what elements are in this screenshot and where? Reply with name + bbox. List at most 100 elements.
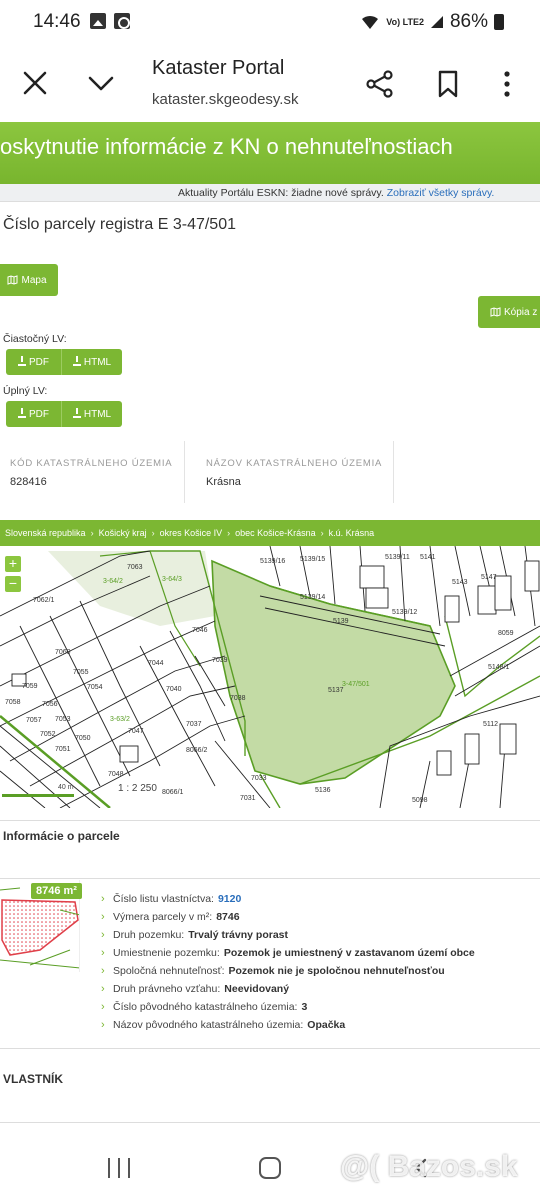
zoom-in-button[interactable]: + — [5, 556, 21, 572]
property-value[interactable]: 9120 — [218, 893, 241, 905]
bookmark-icon[interactable] — [437, 70, 459, 98]
map-label: 5148/1 — [488, 664, 510, 671]
chevron-right-icon: › — [227, 528, 231, 538]
map-label: 3-64/2 — [103, 578, 123, 585]
map-label: 7058 — [5, 699, 21, 706]
breadcrumb-region[interactable]: Košický kraj — [99, 528, 147, 538]
battery-percent: 86% — [449, 11, 488, 32]
map-label: 5139/15 — [300, 556, 325, 563]
property-label: Názov pôvodného katastrálneho územia: — [113, 1019, 304, 1031]
divider — [0, 820, 540, 821]
map-label: 3-47/501 — [342, 681, 370, 688]
property-label: Výmera parcely v m²: — [113, 911, 213, 923]
map-label: 7038 — [230, 695, 246, 702]
map-label: 3-64/3 — [162, 576, 182, 583]
partial-lv-pdf-button[interactable]: PDF — [6, 349, 61, 375]
map-label: 7054 — [87, 684, 103, 691]
copy-button-label: Kópia z — [504, 306, 538, 318]
breadcrumb-country[interactable]: Slovenská republika — [5, 528, 86, 538]
map-label: 5137 — [328, 687, 344, 694]
property-row: › Číslo pôvodného katastrálneho územia: … — [101, 998, 475, 1016]
property-value: Pozemok je umiestnený v zastavanom území… — [223, 947, 475, 959]
gallery-notification-icon — [90, 13, 106, 29]
map-canvas[interactable]: 7063 3-64/2 3-64/3 7062/1 7046 5139/16 5… — [0, 546, 540, 808]
full-lv-html-button[interactable]: HTML — [61, 401, 122, 427]
breadcrumb-municipality[interactable]: obec Košice-Krásna — [235, 528, 316, 538]
property-label: Číslo listu vlastníctva: — [113, 893, 214, 905]
partial-lv-html-button[interactable]: HTML — [61, 349, 122, 375]
news-link[interactable]: Zobraziť všetky správy. — [387, 187, 495, 199]
map-breadcrumb: Slovenská republika › Košický kraj › okr… — [0, 520, 540, 546]
full-lv-pdf-button[interactable]: PDF — [6, 401, 61, 427]
cadastre-info: KÓD KATASTRÁLNEHO ÚZEMIA 828416 NÁZOV KA… — [0, 441, 540, 503]
zoom-out-button[interactable]: − — [5, 576, 21, 592]
page-title: Kataster Portal — [152, 57, 285, 79]
property-row: › Druh pozemku: Trvalý trávny porast — [101, 926, 475, 944]
download-icon — [72, 356, 81, 366]
more-options-icon[interactable] — [500, 70, 514, 98]
cadastre-code-label: KÓD KATASTRÁLNEHO ÚZEMIA — [10, 458, 173, 469]
divider — [0, 1048, 540, 1049]
map-label: 5139/16 — [260, 558, 285, 565]
map-label: 7055 — [73, 669, 89, 676]
map-label: 5143 — [452, 579, 468, 586]
map-label: 8059 — [498, 630, 514, 637]
map-icon — [7, 275, 18, 285]
map-label: 3-63/2 — [110, 716, 130, 723]
parcel-properties: › Číslo listu vlastníctva: 9120 › Výmera… — [101, 890, 475, 1034]
map-label: 7050 — [75, 735, 91, 742]
portal-header-title: oskytnutie informácie z KN o nehnuteľnos… — [0, 134, 453, 159]
pdf-label: PDF — [29, 356, 49, 368]
copy-button[interactable]: Kópia z — [478, 296, 540, 328]
cadastre-name-label: NÁZOV KATASTRÁLNEHO ÚZEMIA — [206, 458, 383, 469]
property-row: › Výmera parcely v m²: 8746 — [101, 908, 475, 926]
chevron-right-icon: › — [151, 528, 155, 538]
page-url[interactable]: kataster.skgeodesy.sk — [152, 91, 298, 108]
map-label: 7060 — [55, 649, 71, 656]
map-button[interactable]: Mapa — [0, 264, 58, 296]
recents-button[interactable] — [108, 1158, 130, 1178]
html-label: HTML — [83, 356, 112, 368]
property-value: Opačka — [307, 1019, 346, 1031]
map-label: 5139/11 — [385, 554, 410, 561]
watermark: @( Bazos.sk — [340, 1150, 518, 1183]
map-label: 5098 — [412, 797, 428, 804]
breadcrumb-district[interactable]: okres Košice IV — [160, 528, 223, 538]
download-icon — [18, 408, 26, 418]
pdf-label: PDF — [29, 408, 49, 420]
news-text-wrapper: Aktuality Portálu ESKN: žiadne nové sprá… — [178, 187, 494, 199]
chevron-down-icon[interactable] — [87, 72, 115, 94]
battery-icon — [494, 14, 504, 30]
map-label: 7057 — [26, 717, 42, 724]
share-icon[interactable] — [366, 70, 394, 98]
browser-toolbar: Kataster Portal kataster.skgeodesy.sk — [0, 44, 540, 122]
cadastre-name-value: Krásna — [206, 476, 241, 488]
map-label: 7048 — [108, 771, 124, 778]
map-label: 7037 — [186, 721, 202, 728]
close-icon[interactable] — [22, 70, 48, 96]
map-label: 7044 — [148, 660, 164, 667]
map-scale-bar — [2, 794, 74, 797]
map-icon — [490, 307, 501, 317]
map-label: 5139/12 — [392, 609, 417, 616]
property-row: › Druh právneho vzťahu: Neevidovaný — [101, 980, 475, 998]
breadcrumb-cadastral-area[interactable]: k.ú. Krásna — [329, 528, 375, 538]
status-right: Vo) LTE2 86% — [360, 11, 504, 33]
cadastral-map[interactable]: 7063 3-64/2 3-64/3 7062/1 7046 5139/16 5… — [0, 546, 540, 808]
chevron-right-icon: › — [101, 929, 105, 941]
portal-header: oskytnutie informácie z KN o nehnuteľnos… — [0, 122, 540, 184]
area-badge: 8746 m² — [31, 883, 82, 899]
map-label: 7051 — [55, 746, 71, 753]
map-label: 7062/1 — [33, 597, 55, 604]
property-row: › Číslo listu vlastníctva: 9120 — [101, 890, 475, 908]
html-label: HTML — [83, 408, 112, 420]
divider — [0, 878, 540, 879]
download-icon — [72, 408, 81, 418]
map-label: 5139 — [333, 618, 349, 625]
home-button[interactable] — [259, 1157, 281, 1179]
map-label: 5141 — [420, 554, 436, 561]
map-label: 7031 — [240, 795, 256, 802]
parcel-info-title: Informácie o parcele — [3, 829, 120, 843]
map-label: 7039 — [212, 657, 228, 664]
cadastre-code-value: 828416 — [10, 476, 47, 488]
